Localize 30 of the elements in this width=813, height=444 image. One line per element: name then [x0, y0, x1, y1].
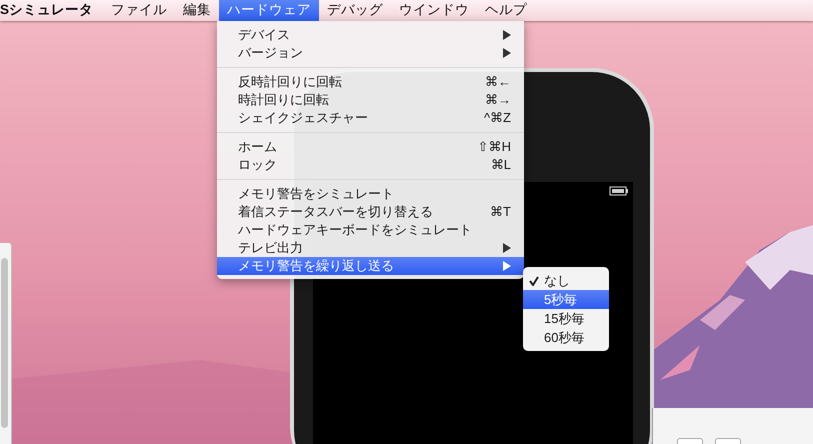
menu-item[interactable]: テレビ出力	[217, 239, 524, 257]
app-name[interactable]: Sシミュレータ	[0, 0, 104, 21]
shortcut-label: ⇧⌘H	[478, 138, 511, 156]
menu-item[interactable]: なし	[523, 271, 609, 290]
shortcut-label: ^⌘Z	[484, 109, 511, 128]
menu-title[interactable]: 編集	[175, 0, 220, 21]
menu-item[interactable]: シェイクジェスチャー ^⌘Z	[217, 109, 524, 127]
menu-item[interactable]: デバイス	[217, 26, 524, 44]
menu-item[interactable]: メモリ警告をシミュレート	[217, 185, 524, 203]
shortcut-label: ⌘←	[485, 73, 511, 92]
menu-title[interactable]: ヘルプ	[477, 0, 536, 21]
menu-title[interactable]: デバッグ	[319, 0, 392, 21]
menu-item[interactable]: 反時計回りに回転 ⌘←	[217, 73, 524, 91]
menu-item[interactable]: ホーム ⇧⌘H	[217, 138, 524, 156]
shortcut-label: ⌘→	[485, 91, 511, 110]
menu-title[interactable]: ファイル	[103, 0, 176, 21]
menu-item[interactable]: 5秒毎	[523, 290, 609, 309]
menu-item[interactable]: メモリ警告を繰り返し送る	[217, 257, 524, 275]
menu-item[interactable]: 時計回りに回転 ⌘→	[217, 91, 524, 109]
menu-item[interactable]: 60秒毎	[523, 328, 609, 347]
shortcut-label: ⌘L	[490, 156, 511, 174]
shortcut-label: ⌘T	[490, 203, 511, 222]
menu-item[interactable]: ハードウェアキーボードをシミュレート	[217, 221, 524, 239]
menu-title[interactable]: ハードウェア	[219, 0, 320, 21]
menu-item[interactable]: 15秒毎	[523, 309, 609, 328]
battery-icon	[610, 186, 628, 196]
menu-item[interactable]: バージョン	[217, 44, 524, 62]
menu-item[interactable]: ロック ⌘L	[217, 156, 524, 174]
menu-title[interactable]: ウインドウ	[391, 0, 478, 21]
menu-item[interactable]: 着信ステータスバーを切り替える ⌘T	[217, 203, 524, 221]
